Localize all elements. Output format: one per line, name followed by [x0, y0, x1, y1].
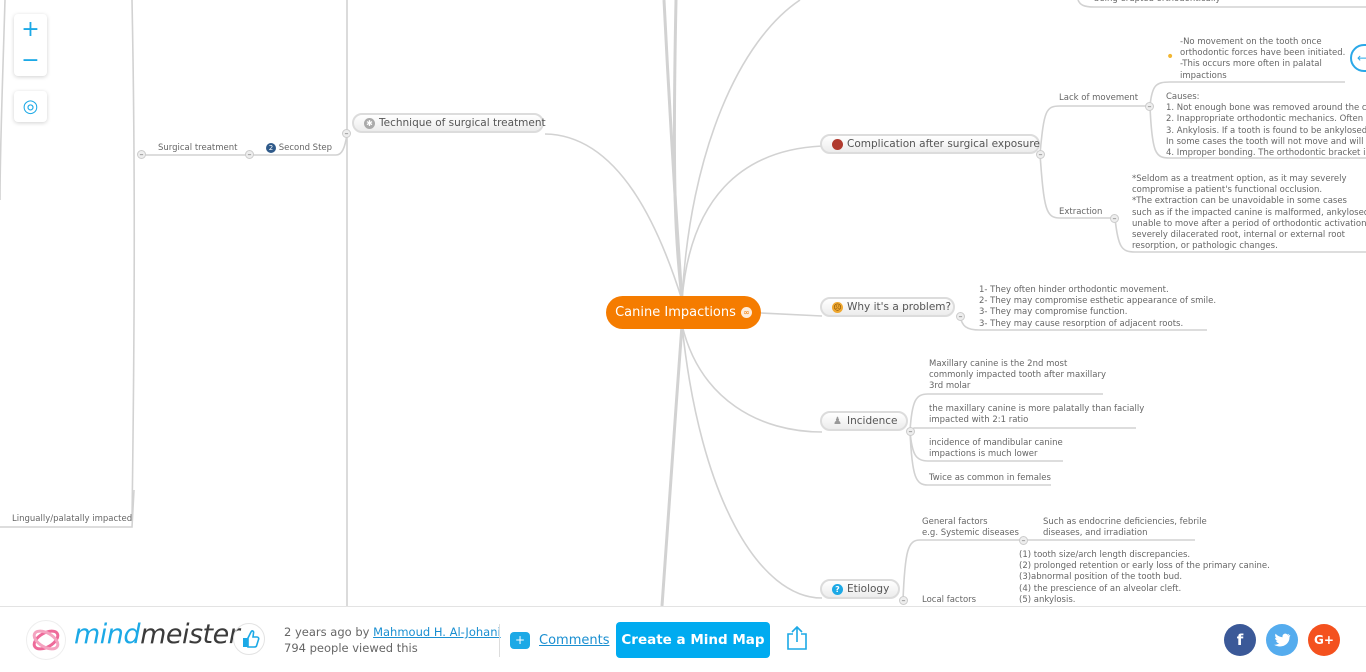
node-general-factors[interactable]: General factors e.g. Systemic diseases	[922, 517, 1019, 539]
zoom-out-button[interactable]: −	[14, 45, 47, 76]
node-label: Incidence	[847, 415, 898, 427]
collapse-toggle[interactable]: –	[1036, 150, 1045, 159]
create-mind-map-button[interactable]: Create a Mind Map	[616, 622, 770, 658]
collapse-toggle[interactable]: –	[899, 596, 908, 605]
question-icon: ?	[832, 583, 843, 595]
node-lingually-palatally-impacted[interactable]: Lingually/palatally impacted	[12, 514, 132, 525]
collapse-toggle[interactable]: –	[1145, 102, 1154, 111]
node-text: being erupted orthodontically	[1094, 0, 1221, 5]
arrow-left-icon: ←	[1357, 51, 1366, 65]
zoom-in-button[interactable]: +	[14, 14, 47, 45]
node-label: Why it's a problem?	[847, 301, 952, 313]
connector	[760, 312, 823, 317]
connector	[0, 0, 6, 201]
collapse-toggle[interactable]: –	[245, 150, 254, 159]
mind-map-canvas[interactable]: + − ◎ Surgical treatment – – 2 Second St…	[0, 0, 1366, 606]
node-surgical-treatment[interactable]: Surgical treatment	[158, 143, 237, 154]
center-map-button[interactable]: ◎	[14, 91, 47, 122]
footer-bar: mindmeister 2 years ago by Mahmoud H. Al…	[0, 606, 1366, 672]
author-link[interactable]: Mahmoud H. Al-Johani	[373, 625, 501, 639]
zoom-controls: + −	[14, 14, 47, 76]
collapse-toggle[interactable]: –	[906, 427, 915, 436]
node-complication[interactable]: Complication after surgical exposure	[820, 134, 1040, 154]
node-etiology[interactable]: ? Etiology	[820, 579, 900, 599]
second-step-label: Second Step	[278, 143, 333, 153]
facebook-icon: f	[1236, 631, 1244, 649]
sad-face-icon: ☹	[832, 301, 843, 313]
connector	[681, 324, 823, 433]
connector	[681, 324, 823, 599]
node-extraction[interactable]: Extraction	[1059, 207, 1102, 218]
connector	[660, 324, 684, 606]
root-label: Canine Impactions	[615, 305, 736, 320]
facebook-share-button[interactable]: f	[1224, 624, 1256, 656]
author-line: 2 years ago by Mahmoud H. Al-Johani	[284, 625, 501, 639]
incidence-item[interactable]: Twice as common in females	[929, 473, 1051, 484]
number-badge-icon: 2	[266, 143, 276, 153]
node-why-problem[interactable]: ☹ Why it's a problem?	[820, 297, 955, 317]
add-comment-icon[interactable]: +	[510, 632, 530, 649]
root-node[interactable]: Canine Impactions ∞	[606, 296, 761, 329]
incidence-item[interactable]: the maxillary canine is more palatally t…	[929, 404, 1144, 426]
node-extraction-text[interactable]: *Seldom as a treatment option, as it may…	[1132, 174, 1366, 252]
node-note[interactable]: -No movement on the tooth once orthodont…	[1180, 37, 1345, 82]
node-label: Etiology	[847, 583, 890, 595]
collapse-toggle[interactable]: –	[137, 150, 146, 159]
gear-icon: ✱	[364, 117, 375, 129]
node-incidence[interactable]: ♟ Incidence	[820, 411, 908, 431]
lightbulb-icon: •	[1166, 49, 1175, 65]
node-lack-of-movement[interactable]: Lack of movement	[1059, 93, 1138, 104]
connector	[909, 427, 1136, 432]
mindmeister-logo-icon[interactable]	[26, 620, 66, 660]
like-button[interactable]	[233, 623, 265, 655]
collapse-toggle[interactable]: –	[1019, 536, 1028, 545]
target-icon: ◎	[22, 96, 39, 117]
center-control: ◎	[14, 91, 47, 122]
node-label: Complication after surgical exposure	[847, 138, 1040, 150]
connector	[1039, 105, 1150, 155]
node-label: Technique of surgical treatment	[379, 117, 546, 129]
meta-prefix: 2 years ago by	[284, 625, 374, 639]
incidence-item[interactable]: incidence of mandibular canine impaction…	[929, 438, 1063, 460]
link-icon[interactable]: ∞	[740, 307, 752, 318]
incidence-item[interactable]: Maxillary canine is the 2nd most commonl…	[929, 359, 1106, 393]
google-plus-icon: G+	[1314, 633, 1334, 647]
node-technique-surgical-treatment[interactable]: ✱ Technique of surgical treatment	[352, 113, 546, 133]
view-count: 794 people viewed this	[284, 641, 418, 655]
twitter-share-button[interactable]	[1266, 624, 1298, 656]
person-icon: ♟	[833, 415, 842, 427]
node-local-factors[interactable]: Local factors	[922, 595, 976, 606]
node-causes[interactable]: Causes: 1. Not enough bone was removed a…	[1166, 92, 1366, 159]
node-local-text[interactable]: (1) tooth size/arch length discrepancies…	[1019, 550, 1270, 606]
share-icon[interactable]	[786, 625, 808, 655]
thumbs-up-icon	[243, 630, 260, 648]
comments-link[interactable]: Comments	[539, 633, 609, 648]
red-dot-icon	[832, 138, 843, 150]
logo-part: meister	[140, 619, 240, 650]
node-problem-text[interactable]: 1- They often hinder orthodontic movemen…	[979, 285, 1216, 330]
google-plus-share-button[interactable]: G+	[1308, 624, 1340, 656]
mindmeister-logo[interactable]: mindmeister	[74, 619, 240, 650]
node-second-step[interactable]: 2 Second Step	[266, 143, 332, 154]
collapse-toggle[interactable]: –	[956, 312, 965, 321]
connector	[681, 0, 801, 301]
twitter-icon	[1274, 633, 1291, 647]
connector	[681, 145, 823, 301]
node-general-text[interactable]: Such as endocrine deficiencies, febrile …	[1043, 517, 1207, 539]
connector	[544, 133, 683, 301]
divider	[499, 624, 500, 657]
collapse-toggle[interactable]: –	[342, 129, 351, 138]
logo-part: mind	[74, 619, 141, 650]
connector	[131, 0, 136, 521]
collapse-toggle[interactable]: –	[1110, 214, 1119, 223]
